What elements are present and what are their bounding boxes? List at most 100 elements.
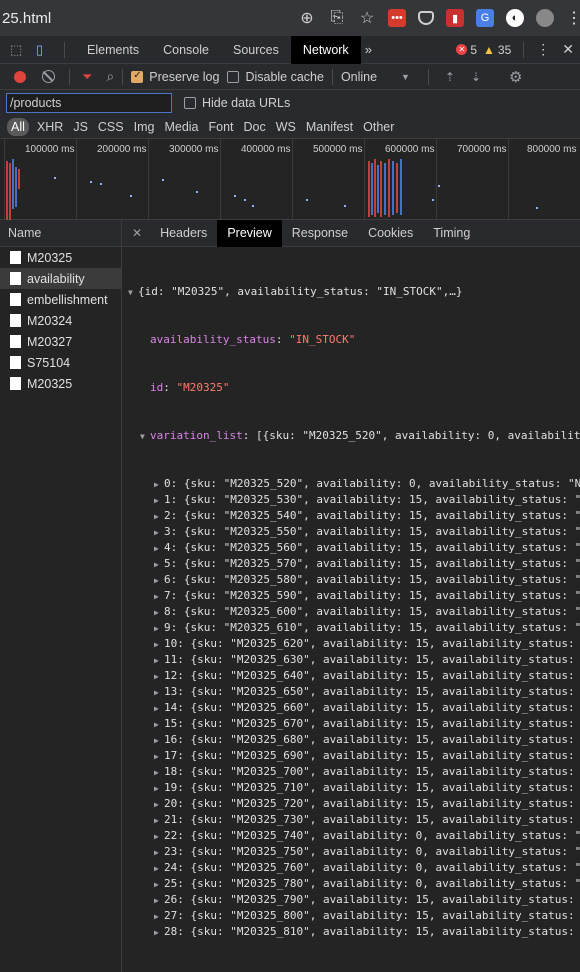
- warning-count[interactable]: 35: [498, 43, 511, 57]
- tab-headers[interactable]: Headers: [150, 220, 217, 247]
- collapsed-arrow-icon[interactable]: ▶: [154, 717, 164, 732]
- chevron-down-icon[interactable]: ▼: [401, 72, 410, 82]
- variation-item[interactable]: ▶ 1: {sku: "M20325_530", availability: 15…: [122, 492, 580, 508]
- tab-cookies[interactable]: Cookies: [358, 220, 423, 247]
- variation-item[interactable]: ▶ 3: {sku: "M20325_550", availability: 15…: [122, 524, 580, 540]
- more-tabs-icon[interactable]: »: [365, 42, 372, 57]
- google-translate-icon[interactable]: G: [476, 9, 494, 27]
- variation-item[interactable]: ▶ 21: {sku: "M20325_730", availability: 1…: [122, 812, 580, 828]
- variation-item[interactable]: ▶ 22: {sku: "M20325_740", availability: 0…: [122, 828, 580, 844]
- disable-cache-label[interactable]: Disable cache: [245, 70, 324, 84]
- type-xhr[interactable]: XHR: [33, 118, 67, 136]
- type-img[interactable]: Img: [130, 118, 159, 136]
- collapsed-arrow-icon[interactable]: ▶: [154, 813, 164, 828]
- variation-item[interactable]: ▶ 9: {sku: "M20325_610", availability: 15…: [122, 620, 580, 636]
- close-devtools-icon[interactable]: ✕: [562, 41, 574, 58]
- collapsed-arrow-icon[interactable]: ▶: [154, 541, 164, 556]
- collapsed-arrow-icon[interactable]: ▶: [154, 621, 164, 636]
- filter-icon[interactable]: ⏷: [82, 69, 92, 85]
- extension-dots-icon[interactable]: •••: [388, 9, 406, 27]
- collapsed-arrow-icon[interactable]: ▶: [154, 685, 164, 700]
- request-row[interactable]: M20325: [0, 373, 121, 394]
- variation-item[interactable]: ▶ 11: {sku: "M20325_630", availability: 1…: [122, 652, 580, 668]
- extension-shield-icon[interactable]: ◐: [506, 9, 524, 27]
- preserve-log-checkbox[interactable]: [131, 70, 144, 83]
- variation-item[interactable]: ▶ 26: {sku: "M20325_790", availability: 1…: [122, 892, 580, 908]
- type-font[interactable]: Font: [205, 118, 238, 136]
- collapsed-arrow-icon[interactable]: ▶: [154, 701, 164, 716]
- variation-item[interactable]: ▶ 16: {sku: "M20325_680", availability: 1…: [122, 732, 580, 748]
- variation-item[interactable]: ▶ 7: {sku: "M20325_590", availability: 15…: [122, 588, 580, 604]
- translate-icon[interactable]: ⎘: [328, 9, 346, 27]
- tab-timing[interactable]: Timing: [423, 220, 480, 247]
- tab-sources[interactable]: Sources: [221, 36, 291, 64]
- inspect-element-icon[interactable]: ⬚: [10, 42, 26, 57]
- variation-item[interactable]: ▶ 17: {sku: "M20325_690", availability: 1…: [122, 748, 580, 764]
- throttling-select[interactable]: Online: [341, 70, 401, 84]
- collapsed-arrow-icon[interactable]: ▶: [154, 765, 164, 780]
- request-row[interactable]: M20327: [0, 331, 121, 352]
- collapsed-arrow-icon[interactable]: ▶: [154, 781, 164, 796]
- variation-item[interactable]: ▶ 13: {sku: "M20325_650", availability: 1…: [122, 684, 580, 700]
- collapsed-arrow-icon[interactable]: ▶: [154, 669, 164, 684]
- tree-root[interactable]: ▼ {id: "M20325", availability_status: "IN…: [122, 284, 580, 300]
- type-media[interactable]: Media: [160, 118, 202, 136]
- devtools-menu-icon[interactable]: ⋮: [536, 41, 550, 58]
- collapsed-arrow-icon[interactable]: ▶: [154, 557, 164, 572]
- pocket-icon[interactable]: [418, 11, 434, 25]
- variation-item[interactable]: ▶ 6: {sku: "M20325_580", availability: 15…: [122, 572, 580, 588]
- variation-item[interactable]: ▶ 2: {sku: "M20325_540", availability: 15…: [122, 508, 580, 524]
- variation-item[interactable]: ▶ 27: {sku: "M20325_800", availability: 1…: [122, 908, 580, 924]
- collapsed-arrow-icon[interactable]: ▶: [154, 477, 164, 492]
- expanded-arrow-icon[interactable]: ▼: [140, 429, 150, 444]
- type-css[interactable]: CSS: [94, 118, 128, 136]
- collapsed-arrow-icon[interactable]: ▶: [154, 893, 164, 908]
- variation-item[interactable]: ▶ 0: {sku: "M20325_520", availability: 0,…: [122, 476, 580, 492]
- variation-item[interactable]: ▶ 20: {sku: "M20325_720", availability: 1…: [122, 796, 580, 812]
- variation-item[interactable]: ▶ 25: {sku: "M20325_780", availability: 0…: [122, 876, 580, 892]
- collapsed-arrow-icon[interactable]: ▶: [154, 733, 164, 748]
- type-doc[interactable]: Doc: [240, 118, 270, 136]
- close-icon[interactable]: ✕: [132, 226, 142, 240]
- collapsed-arrow-icon[interactable]: ▶: [154, 589, 164, 604]
- variation-item[interactable]: ▶ 28: {sku: "M20325_810", availability: 1…: [122, 924, 580, 940]
- collapsed-arrow-icon[interactable]: ▶: [154, 861, 164, 876]
- hide-data-urls[interactable]: Hide data URLs: [184, 96, 290, 110]
- type-all[interactable]: All: [7, 117, 29, 136]
- type-ws[interactable]: WS: [272, 118, 300, 136]
- variation-item[interactable]: ▶ 19: {sku: "M20325_710", availability: 1…: [122, 780, 580, 796]
- collapsed-arrow-icon[interactable]: ▶: [154, 653, 164, 668]
- variation-item[interactable]: ▶ 24: {sku: "M20325_760", availability: 0…: [122, 860, 580, 876]
- variation-item[interactable]: ▶ 8: {sku: "M20325_600", availability: 15…: [122, 604, 580, 620]
- error-count[interactable]: 5: [470, 43, 477, 57]
- request-row[interactable]: M20325: [0, 247, 121, 268]
- type-other[interactable]: Other: [359, 118, 398, 136]
- clear-button[interactable]: [42, 70, 55, 83]
- variation-item[interactable]: ▶ 14: {sku: "M20325_660", availability: 1…: [122, 700, 580, 716]
- collapsed-arrow-icon[interactable]: ▶: [154, 877, 164, 892]
- request-row[interactable]: M20324: [0, 310, 121, 331]
- device-toolbar-icon[interactable]: ▯: [36, 42, 52, 57]
- hide-data-urls-checkbox[interactable]: [184, 96, 196, 109]
- collapsed-arrow-icon[interactable]: ▶: [154, 797, 164, 812]
- bookmark-star-icon[interactable]: ☆: [358, 9, 376, 27]
- collapsed-arrow-icon[interactable]: ▶: [154, 637, 164, 652]
- collapsed-arrow-icon[interactable]: ▶: [154, 909, 164, 924]
- variation-item[interactable]: ▶ 10: {sku: "M20325_620", availability: 1…: [122, 636, 580, 652]
- request-row[interactable]: S75104: [0, 352, 121, 373]
- collapsed-arrow-icon[interactable]: ▶: [154, 829, 164, 844]
- collapsed-arrow-icon[interactable]: ▶: [154, 749, 164, 764]
- gear-icon[interactable]: ⚙: [509, 68, 522, 86]
- extension-book-icon[interactable]: ▮: [446, 9, 464, 27]
- tab-preview[interactable]: Preview: [217, 219, 282, 247]
- network-overview[interactable]: 100000 ms 200000 ms 300000 ms 400000 ms …: [0, 139, 580, 229]
- tab-response[interactable]: Response: [282, 220, 358, 247]
- filter-input[interactable]: /products: [6, 92, 172, 113]
- hide-data-urls-label[interactable]: Hide data URLs: [202, 96, 290, 110]
- record-button[interactable]: [14, 70, 26, 83]
- collapsed-arrow-icon[interactable]: ▶: [154, 493, 164, 508]
- type-js[interactable]: JS: [69, 118, 92, 136]
- tab-network[interactable]: Network: [290, 35, 361, 64]
- expanded-arrow-icon[interactable]: ▼: [128, 285, 138, 300]
- profile-avatar[interactable]: [536, 9, 554, 27]
